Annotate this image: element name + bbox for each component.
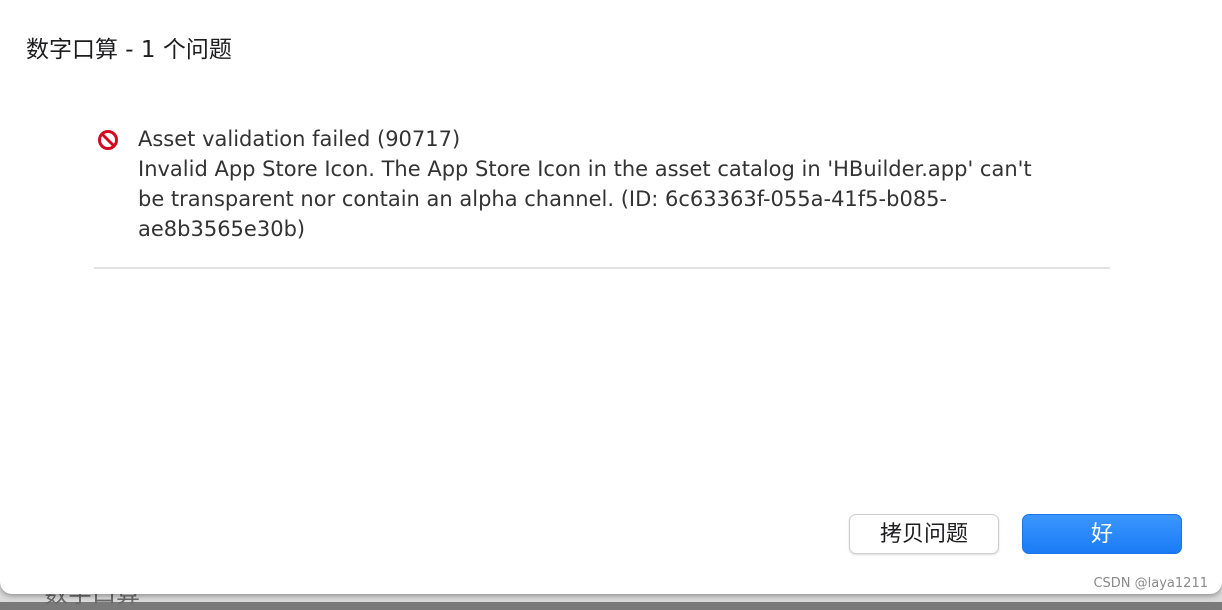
- watermark: CSDN @laya1211: [1093, 576, 1208, 591]
- issue-heading: Asset validation failed (90717): [138, 127, 461, 151]
- issue-message-line: Invalid App Store Icon. The App Store Ic…: [138, 157, 1032, 181]
- dialog-title: 数字口算 - 1 个问题: [26, 37, 232, 63]
- issue-text: Asset validation failed (90717) Invalid …: [138, 124, 1108, 244]
- prohibited-icon: [98, 130, 118, 150]
- copy-issues-button[interactable]: 拷贝问题: [849, 514, 999, 554]
- issue-message-line: ae8b3565e30b): [138, 217, 306, 241]
- issues-dialog: 数字口算 - 1 个问题 Asset validation failed (90…: [0, 0, 1222, 594]
- issue-message-line: be transparent nor contain an alpha chan…: [138, 187, 948, 211]
- divider: [94, 267, 1110, 269]
- ok-button[interactable]: 好: [1022, 514, 1182, 554]
